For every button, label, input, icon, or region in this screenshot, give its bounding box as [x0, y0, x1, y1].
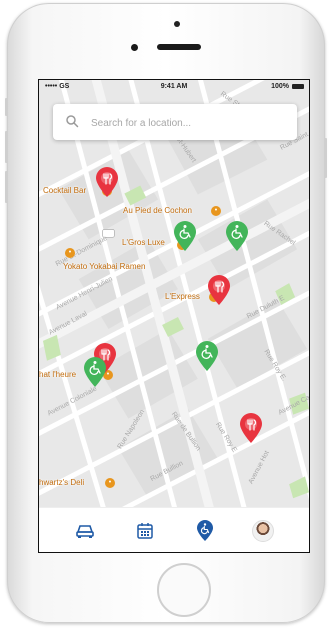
- calendar-icon: [137, 523, 153, 539]
- restaurant-dot[interactable]: •: [105, 478, 115, 488]
- place-label[interactable]: hat l'heure: [39, 370, 76, 379]
- home-button[interactable]: [157, 563, 211, 617]
- place-label[interactable]: Au Pied de Cochon: [123, 206, 192, 215]
- nav-profile[interactable]: [251, 519, 275, 543]
- search-icon: [65, 114, 79, 133]
- place-label[interactable]: Yokato Yokabai Ramen: [63, 262, 145, 271]
- nav-calendar[interactable]: [133, 519, 157, 543]
- mute-switch: [5, 98, 8, 116]
- accessibility-pin-icon: [197, 520, 213, 541]
- restaurant-pin[interactable]: [239, 412, 263, 444]
- accessible-pin[interactable]: [83, 356, 107, 388]
- app-screen: Rue St-Hubert Rue Rachel Avenue Henri-Ju…: [38, 79, 310, 553]
- restaurant-dot[interactable]: •: [65, 248, 75, 258]
- power-button: [324, 138, 327, 178]
- restaurant-pin[interactable]: [207, 274, 231, 306]
- volume-down-button: [5, 171, 8, 203]
- front-camera: [131, 44, 138, 51]
- volume-up-button: [5, 131, 8, 163]
- accessible-pin[interactable]: [173, 220, 197, 252]
- restaurant-pin[interactable]: [95, 166, 119, 198]
- car-icon: [76, 525, 94, 538]
- place-label[interactable]: L'Gros Luxe: [122, 238, 165, 247]
- status-time: 9:41 AM: [160, 83, 188, 90]
- nav-car[interactable]: [73, 519, 97, 543]
- battery-icon: [292, 84, 304, 89]
- place-label[interactable]: hwartz's Deli: [39, 478, 84, 487]
- search-input[interactable]: [89, 112, 283, 134]
- earpiece-speaker: [157, 44, 201, 50]
- battery-percent: 100%: [271, 83, 289, 90]
- place-label[interactable]: L'Express: [165, 292, 200, 301]
- bottom-navigation: [39, 507, 309, 552]
- place-label[interactable]: Cocktail Bar: [43, 186, 86, 195]
- accessible-pin[interactable]: [195, 340, 219, 372]
- accessible-pin[interactable]: [225, 220, 249, 252]
- nav-map[interactable]: [193, 519, 217, 543]
- restaurant-dot[interactable]: •: [211, 206, 221, 216]
- profile-avatar: [252, 520, 274, 542]
- search-bar[interactable]: [53, 104, 297, 140]
- sensor-dot: [174, 21, 180, 27]
- status-bar: ••••• GS 9:41 AM 100%: [39, 80, 309, 94]
